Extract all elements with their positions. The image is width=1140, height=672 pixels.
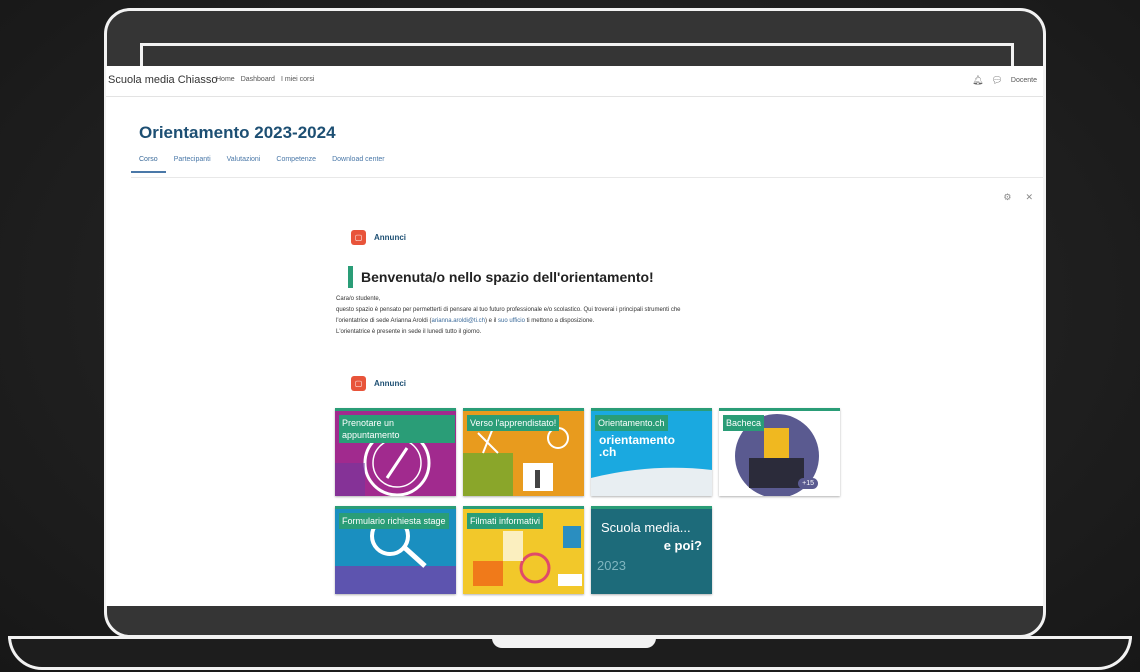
gear-icon[interactable]: ⚙ bbox=[1003, 192, 1011, 203]
tile-topbar bbox=[463, 506, 584, 509]
tab-course[interactable]: Corso bbox=[131, 156, 166, 173]
browser-screen: Scuola media Chiasso Home Dashboard I mi… bbox=[106, 66, 1043, 606]
bell-icon[interactable]: 🔔︎ bbox=[972, 75, 983, 86]
nav-home[interactable]: Home bbox=[216, 76, 235, 83]
tile-label: Filmati informativi bbox=[467, 513, 544, 529]
tile-topbar bbox=[463, 408, 584, 411]
laptop-camera-bezel bbox=[140, 43, 1014, 67]
welcome-greeting: Cara/o studente, bbox=[336, 296, 381, 302]
close-icon[interactable]: ✕ bbox=[1025, 192, 1033, 203]
block-controls: ⚙ ✕ bbox=[1003, 192, 1033, 203]
tile-label: Formulario richiesta stage bbox=[339, 513, 449, 529]
tabs-divider bbox=[131, 177, 1043, 178]
nav-my-courses[interactable]: I miei corsi bbox=[281, 76, 314, 83]
tile-apprenticeship[interactable]: Verso l'apprendistato! bbox=[463, 408, 584, 496]
tile-stage-form[interactable]: Formulario richiesta stage bbox=[335, 506, 456, 594]
tile-year: 2023 bbox=[597, 558, 626, 573]
tile-orientamento-ch[interactable]: orientamento .ch Orientamento.ch bbox=[591, 408, 712, 496]
forum-icon: ▢ bbox=[351, 230, 366, 245]
tile-bacheca[interactable]: +15 Bacheca bbox=[719, 408, 840, 496]
course-title: Orientamento 2023-2024 bbox=[139, 123, 336, 142]
tab-participants[interactable]: Partecipanti bbox=[166, 156, 219, 173]
tile-label: Verso l'apprendistato! bbox=[467, 415, 560, 431]
welcome-line-1: questo spazio è pensato per permetterti … bbox=[336, 307, 681, 313]
welcome-line-3: L'orientatrice è presente in sede il lun… bbox=[336, 329, 482, 335]
welcome-title: Benvenuta/o nello spazio dell'orientamen… bbox=[361, 269, 654, 285]
tile-topbar bbox=[591, 506, 712, 509]
tile-videos[interactable]: Filmati informativi bbox=[463, 506, 584, 594]
badge-count: +15 bbox=[798, 478, 818, 489]
announcements-label-2: Annunci bbox=[374, 379, 406, 388]
course-tabs: Corso Partecipanti Valutazioni Competenz… bbox=[131, 156, 393, 173]
user-menu[interactable]: Docente bbox=[1011, 77, 1037, 84]
welcome-heading-block: Benvenuta/o nello spazio dell'orientamen… bbox=[348, 266, 654, 288]
tile-scuola-media-e-poi[interactable]: Scuola media... e poi? 2023 bbox=[591, 506, 712, 594]
tile-headline-2: e poi? bbox=[663, 538, 702, 553]
tab-grades[interactable]: Valutazioni bbox=[219, 156, 269, 173]
site-name[interactable]: Scuola media Chiasso bbox=[108, 74, 217, 86]
tab-download-center[interactable]: Download center bbox=[324, 156, 393, 173]
office-link[interactable]: suo ufficio bbox=[498, 318, 525, 324]
email-link[interactable]: arianna.aroldi@ti.ch bbox=[432, 318, 485, 324]
tile-book-appointment[interactable]: Prenotare un appuntamento bbox=[335, 408, 456, 496]
chat-icon[interactable]: 💬︎ bbox=[991, 75, 1002, 86]
nav-right: 🔔︎ 💬︎ Docente bbox=[972, 75, 1037, 86]
nav-dashboard[interactable]: Dashboard bbox=[241, 76, 275, 83]
announcements-link[interactable]: ▢ Annunci bbox=[351, 230, 406, 245]
tile-headline-1: Scuola media... bbox=[601, 520, 691, 535]
tab-competencies[interactable]: Competenze bbox=[268, 156, 324, 173]
tile-label: Orientamento.ch bbox=[595, 415, 668, 431]
top-navbar: Scuola media Chiasso Home Dashboard I mi… bbox=[106, 66, 1043, 97]
tile-label: Prenotare un appuntamento bbox=[339, 415, 455, 443]
nav-links: Home Dashboard I miei corsi bbox=[216, 76, 314, 83]
forum-icon: ▢ bbox=[351, 376, 366, 391]
welcome-line-2: l'orientatrice di sede Arianna Aroldi (a… bbox=[336, 318, 595, 324]
tile-topbar bbox=[719, 408, 840, 411]
tile-label: Bacheca bbox=[723, 415, 765, 431]
laptop-notch bbox=[492, 636, 656, 648]
announcements-link-2[interactable]: ▢ Annunci bbox=[351, 376, 406, 391]
welcome-text: Cara/o studente, questo spazio è pensato… bbox=[336, 294, 806, 338]
tile-topbar bbox=[335, 408, 456, 411]
tile-topbar bbox=[335, 506, 456, 509]
announcements-label: Annunci bbox=[374, 233, 406, 242]
